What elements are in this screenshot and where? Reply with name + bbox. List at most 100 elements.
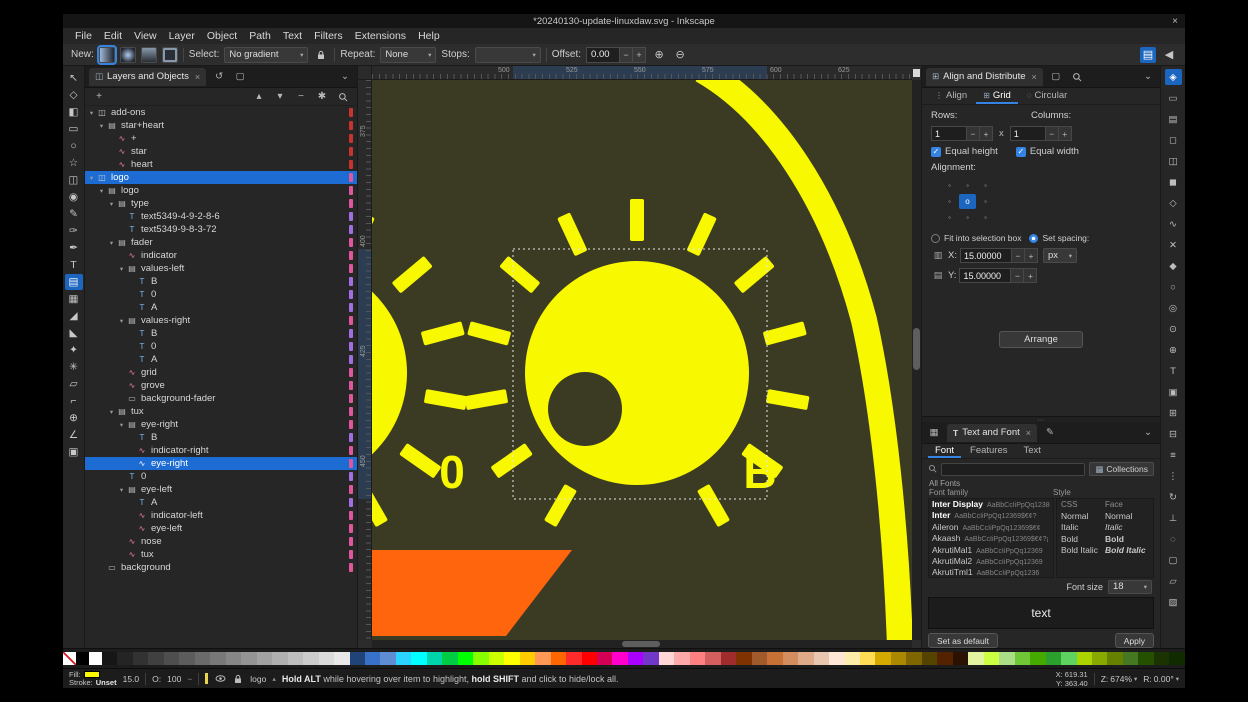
- palette-swatch[interactable]: [350, 652, 365, 665]
- palette-swatch[interactable]: [582, 652, 597, 665]
- palette-swatch[interactable]: [628, 652, 643, 665]
- layer-settings-icon[interactable]: ✱: [315, 90, 329, 104]
- palette-swatch[interactable]: [1169, 652, 1184, 665]
- horizontal-scrollbar-thumb[interactable]: [622, 641, 660, 647]
- spacing-x-increment-button[interactable]: +: [1025, 248, 1038, 263]
- font-row-akrutimal1[interactable]: AkrutiMal1AaBbCcIiPpQq12369: [929, 545, 1053, 556]
- tree-row-18[interactable]: T0: [85, 340, 357, 353]
- palette-swatch[interactable]: [458, 652, 473, 665]
- snap-smooth-nodes-icon[interactable]: ○: [1165, 279, 1182, 295]
- palette-swatch[interactable]: [1107, 652, 1122, 665]
- arrange-button[interactable]: Arrange: [999, 331, 1083, 348]
- snap-bbox-edge-midpoints-icon[interactable]: ◫: [1165, 153, 1182, 169]
- arrange-anchor-0[interactable]: ◦: [941, 178, 958, 193]
- close-tab-icon[interactable]: ×: [1026, 428, 1031, 438]
- snap-alignment-icon[interactable]: ≡: [1165, 447, 1182, 463]
- zoom-control[interactable]: Z: 674% ▾: [1101, 674, 1138, 684]
- font-size-dropdown[interactable]: 18▾: [1108, 580, 1152, 594]
- expander-icon[interactable]: ▾: [107, 408, 116, 416]
- rows-spinbox[interactable]: 1 − +: [931, 126, 993, 141]
- search-icon[interactable]: [336, 90, 350, 104]
- spiral-tool[interactable]: ◉: [65, 189, 83, 205]
- palette-swatch[interactable]: [89, 652, 102, 665]
- expander-icon[interactable]: ▾: [117, 486, 126, 494]
- panel-menu-icon[interactable]: ⌄: [1140, 425, 1156, 441]
- font-row-aileron[interactable]: AileronAaBbCcIiPpQq12369$€¢: [929, 522, 1053, 533]
- expander-icon[interactable]: ▾: [107, 200, 116, 208]
- set-as-default-button[interactable]: Set as default: [928, 633, 998, 648]
- layer-visibility-icon[interactable]: [214, 673, 226, 685]
- delete-stop-icon[interactable]: ⊖: [672, 47, 688, 63]
- arrange-anchor-6[interactable]: ◦: [941, 210, 958, 225]
- expander-icon[interactable]: ▾: [87, 174, 96, 182]
- palette-swatch[interactable]: [875, 652, 890, 665]
- tree-row-24[interactable]: ▾▤eye-right: [85, 418, 357, 431]
- palette-swatch[interactable]: [953, 652, 968, 665]
- palette-swatch[interactable]: [1061, 652, 1076, 665]
- menu-help[interactable]: Help: [412, 30, 446, 42]
- palette-swatch[interactable]: [1092, 652, 1107, 665]
- snap-cusp-nodes-icon[interactable]: ◆: [1165, 258, 1182, 274]
- snap-bbox-corners-icon[interactable]: ◻: [1165, 132, 1182, 148]
- menu-extensions[interactable]: Extensions: [349, 30, 412, 42]
- snap-perpendicular-icon[interactable]: ⊥: [1165, 510, 1182, 526]
- palette-swatch[interactable]: [226, 652, 241, 665]
- tree-row-5[interactable]: ▾◫logo: [85, 171, 357, 184]
- palette-swatch[interactable]: [1077, 652, 1092, 665]
- tab-align[interactable]: ⋮Align: [928, 88, 974, 104]
- expander-icon[interactable]: ▾: [117, 317, 126, 325]
- palette-swatch[interactable]: [411, 652, 426, 665]
- gradient-select-dropdown[interactable]: No gradient▾: [224, 47, 308, 63]
- tree-row-27[interactable]: ∿eye-right: [85, 457, 357, 470]
- palette-swatch[interactable]: [891, 652, 906, 665]
- tree-row-34[interactable]: ∿tux: [85, 548, 357, 561]
- palette-swatch[interactable]: [1154, 652, 1169, 665]
- pages-tool[interactable]: ▣: [65, 444, 83, 460]
- tree-row-22[interactable]: ▭background-fader: [85, 392, 357, 405]
- palette-swatch[interactable]: [597, 652, 612, 665]
- v-ruler[interactable]: 375400425450: [358, 80, 372, 640]
- dialog-tab-icon-left[interactable]: ▦: [926, 425, 942, 441]
- tree-row-4[interactable]: ∿heart: [85, 158, 357, 171]
- palette-swatch[interactable]: [659, 652, 674, 665]
- style-row-normal[interactable]: NormalNormal: [1057, 510, 1153, 521]
- palette-swatch[interactable]: [643, 652, 658, 665]
- pencil-tool[interactable]: ✎: [65, 206, 83, 222]
- tab-layers-and-objects[interactable]: ◫ Layers and Objects ×: [89, 68, 206, 86]
- apply-gradient-to-stroke-button[interactable]: [162, 47, 178, 63]
- palette-swatch[interactable]: [783, 652, 798, 665]
- h-ruler[interactable]: 500525550575600625: [372, 66, 912, 80]
- tree-row-8[interactable]: Ttext5349-4-9-2-8-6: [85, 210, 357, 223]
- palette-swatch[interactable]: [241, 652, 256, 665]
- new-radial-gradient-button[interactable]: [120, 47, 136, 63]
- palette-swatch[interactable]: [984, 652, 999, 665]
- link-gradients-icon[interactable]: [313, 47, 329, 63]
- set-spacing-radio[interactable]: [1029, 234, 1038, 243]
- tree-row-9[interactable]: Ttext5349-9-8-3-72: [85, 223, 357, 236]
- offset-increment-button[interactable]: +: [633, 47, 646, 63]
- spacing-y-increment-button[interactable]: +: [1024, 268, 1037, 283]
- spacing-y-spinbox[interactable]: 15.00000 − +: [959, 268, 1037, 283]
- palette-swatch[interactable]: [674, 652, 689, 665]
- font-row-akrutitml1[interactable]: AkrutiTml1AaBbCcIiPpQq1236: [929, 567, 1053, 578]
- palette-swatch[interactable]: [1015, 652, 1030, 665]
- snap-bounding-box-icon[interactable]: ▭: [1165, 90, 1182, 106]
- snap-guides-icon[interactable]: ⊟: [1165, 426, 1182, 442]
- palette-swatch[interactable]: [968, 652, 983, 665]
- palette-swatch[interactable]: [814, 652, 829, 665]
- snap-rotation-centers-icon[interactable]: ⊕: [1165, 342, 1182, 358]
- palette-swatch[interactable]: [473, 652, 488, 665]
- tab-align-and-distribute[interactable]: ⊞ Align and Distribute ×: [926, 68, 1043, 86]
- no-color-swatch[interactable]: [63, 652, 76, 665]
- dropper-tool[interactable]: ◢: [65, 308, 83, 324]
- zoom-tool[interactable]: ⊕: [65, 410, 83, 426]
- tab-circular[interactable]: ◌Circular: [1020, 88, 1075, 104]
- arrange-anchor-8[interactable]: ◦: [977, 210, 994, 225]
- panel-menu-icon[interactable]: ⌄: [1140, 69, 1156, 85]
- undo-history-icon[interactable]: ↺: [211, 69, 227, 85]
- tree-row-31[interactable]: ∿indicator-left: [85, 509, 357, 522]
- menu-path[interactable]: Path: [243, 30, 277, 42]
- palette-swatch[interactable]: [76, 652, 89, 665]
- dialog-tab-icon-right[interactable]: ✎: [1042, 425, 1058, 441]
- palette-swatch[interactable]: [1046, 652, 1061, 665]
